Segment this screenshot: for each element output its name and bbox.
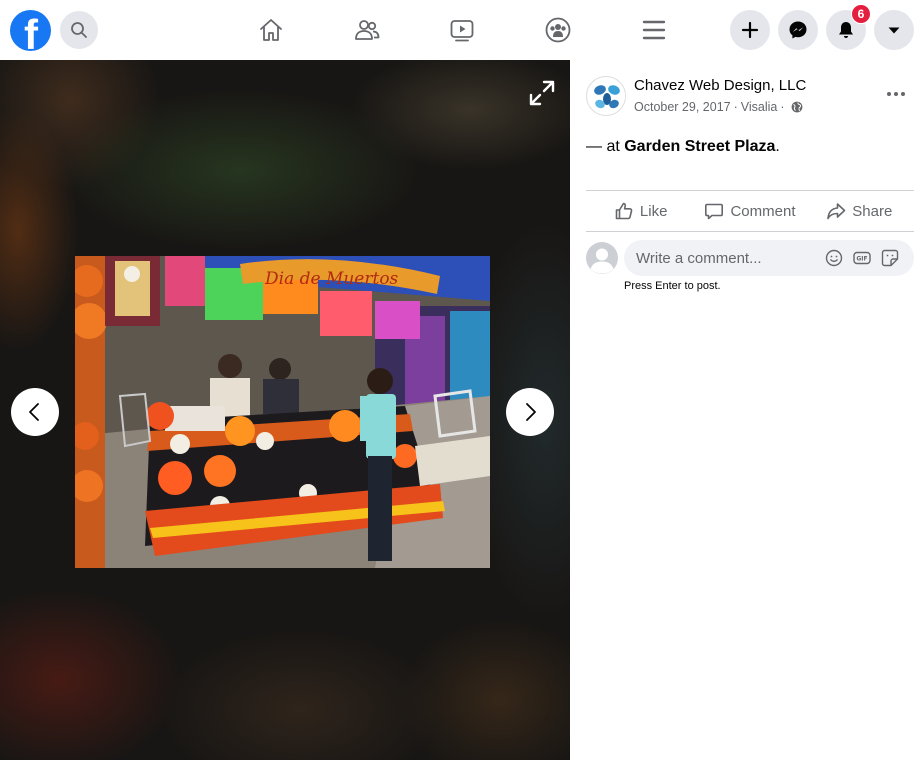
more-dots-icon [887, 92, 905, 96]
post-photo: Dia de Muertos [75, 256, 490, 568]
home-icon [260, 19, 282, 41]
account-menu-button[interactable] [874, 10, 914, 50]
menu-icon [642, 20, 666, 40]
share-label: Share [852, 202, 893, 220]
gif-button[interactable]: GIF [852, 248, 872, 268]
comment-button[interactable]: Comment [695, 191, 804, 231]
post-actions: Like Comment Share [586, 191, 914, 231]
post-details-panel: Chavez Web Design, LLC October 29, 2017 … [570, 60, 923, 760]
gif-icon: GIF [853, 251, 871, 265]
post-date[interactable]: October 29, 2017 [634, 100, 731, 114]
messenger-button[interactable] [778, 10, 818, 50]
like-button[interactable]: Like [586, 191, 695, 231]
friends-tab[interactable] [351, 14, 383, 46]
default-user-icon [586, 242, 618, 274]
watch-icon [450, 20, 474, 42]
thumbs-up-icon [615, 202, 633, 220]
post-text: — at Garden Street Plaza. [586, 138, 780, 156]
chevron-left-icon [29, 403, 39, 421]
post-options-button[interactable] [882, 80, 910, 108]
post-text-suffix: . [775, 138, 780, 155]
meta-separator: · [733, 100, 738, 114]
banner-text: Dia de Muertos [264, 269, 399, 289]
messenger-icon [789, 21, 807, 39]
page-name-link[interactable]: Chavez Web Design, LLC [634, 77, 806, 94]
facebook-logo[interactable]: f [10, 10, 51, 51]
comment-box[interactable]: GIF [624, 240, 914, 276]
expand-fullscreen-icon[interactable] [528, 79, 556, 107]
share-button[interactable]: Share [805, 191, 914, 231]
comment-label: Comment [730, 202, 796, 220]
smiley-icon [825, 249, 843, 267]
divider [586, 231, 914, 232]
sticker-icon [881, 249, 899, 267]
like-label: Like [639, 202, 668, 220]
chevron-right-icon [526, 403, 536, 421]
previous-photo-button[interactable] [11, 388, 59, 436]
sticker-button[interactable] [880, 248, 900, 268]
meta-separator: · [780, 100, 785, 114]
emoji-button[interactable] [824, 248, 844, 268]
plus-icon [741, 21, 759, 39]
search-button[interactable] [60, 11, 98, 49]
top-navigation-bar: f 6 [0, 0, 923, 60]
post-location[interactable]: Visalia [741, 100, 778, 114]
home-tab[interactable] [255, 14, 287, 46]
photo-viewer: Dia de Muertos [0, 60, 570, 760]
groups-icon [545, 17, 571, 43]
groups-tab[interactable] [542, 14, 574, 46]
post-text-prefix: — at [586, 138, 625, 155]
notifications-badge: 6 [851, 4, 871, 24]
place-link[interactable]: Garden Street Plaza [624, 138, 775, 155]
user-avatar[interactable] [586, 242, 618, 274]
search-icon [71, 22, 87, 38]
post-meta: October 29, 2017 · Visalia · [634, 100, 803, 114]
comment-hint: Press Enter to post. [624, 280, 721, 292]
watch-tab[interactable] [446, 14, 478, 46]
comment-input[interactable] [636, 240, 821, 276]
next-photo-button[interactable] [506, 388, 554, 436]
share-arrow-icon [827, 203, 846, 220]
caret-down-icon [888, 27, 900, 34]
bell-icon [839, 22, 853, 38]
comment-bubble-icon [705, 203, 724, 220]
page-avatar[interactable] [586, 76, 626, 116]
photo-image: Dia de Muertos [75, 256, 490, 568]
globe-icon[interactable] [791, 101, 803, 113]
friends-icon [355, 20, 380, 40]
menu-tab[interactable] [638, 14, 670, 46]
page-logo-icon [588, 78, 625, 115]
svg-text:GIF: GIF [856, 256, 867, 263]
create-button[interactable] [730, 10, 770, 50]
